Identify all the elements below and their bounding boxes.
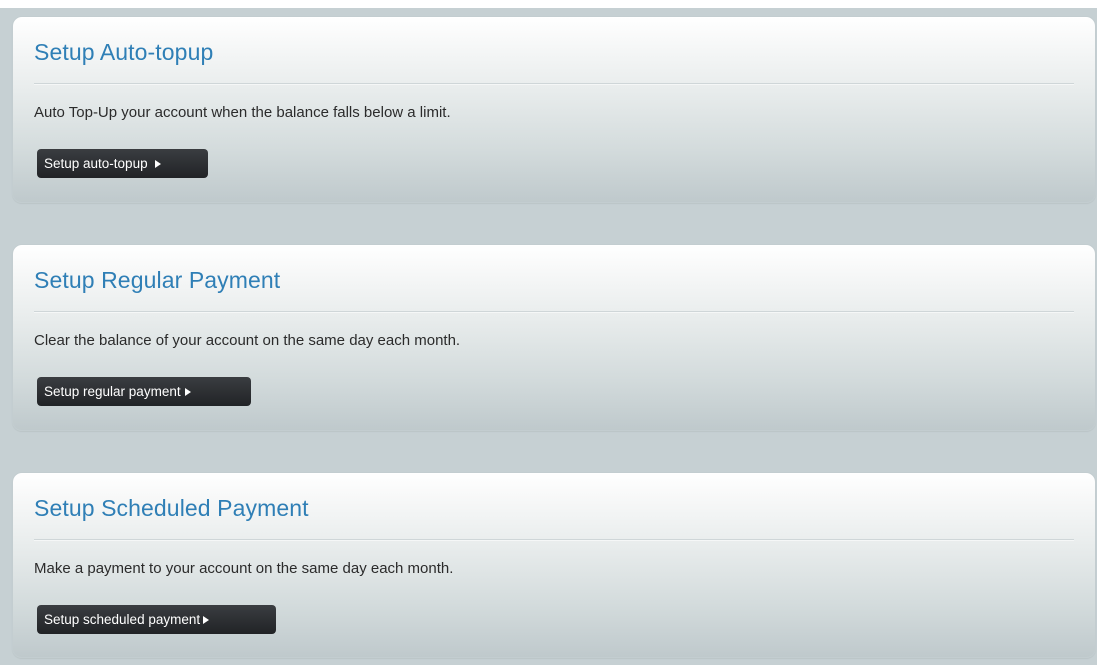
regular-payment-description: Clear the balance of your account on the… <box>34 332 461 349</box>
scheduled-payment-card: Setup Scheduled Payment Make a payment t… <box>12 472 1096 658</box>
setup-regular-payment-button[interactable]: Setup regular payment <box>37 377 251 406</box>
setup-auto-topup-button-label: Setup auto-topup <box>44 156 148 171</box>
scheduled-payment-description: Make a payment to your account on the sa… <box>34 560 454 577</box>
regular-payment-title: Setup Regular Payment <box>34 267 281 293</box>
auto-topup-card: Setup Auto-topup Auto Top-Up your accoun… <box>12 16 1096 203</box>
play-arrow-icon <box>154 159 161 168</box>
scheduled-payment-divider <box>34 539 1074 541</box>
play-arrow-icon <box>203 615 210 624</box>
scheduled-payment-title: Setup Scheduled Payment <box>34 495 309 521</box>
auto-topup-description: Auto Top-Up your account when the balanc… <box>34 104 451 121</box>
play-arrow-icon <box>184 387 191 396</box>
regular-payment-card: Setup Regular Payment Clear the balance … <box>12 244 1096 431</box>
setup-scheduled-payment-button[interactable]: Setup scheduled payment <box>37 605 276 634</box>
setup-scheduled-payment-button-label: Setup scheduled payment <box>44 612 201 627</box>
auto-topup-title: Setup Auto-topup <box>34 39 214 65</box>
setup-auto-topup-button[interactable]: Setup auto-topup <box>37 149 208 178</box>
top-strip <box>0 0 1097 8</box>
regular-payment-divider <box>34 311 1074 313</box>
auto-topup-divider <box>34 83 1074 85</box>
setup-regular-payment-button-label: Setup regular payment <box>44 384 181 399</box>
